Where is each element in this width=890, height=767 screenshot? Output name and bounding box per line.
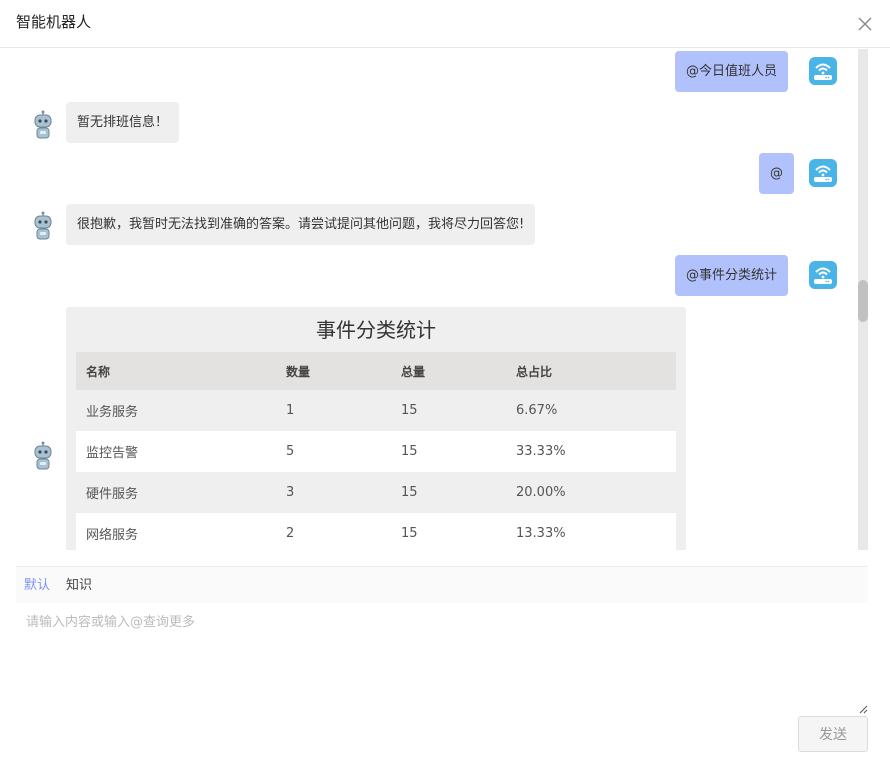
user-avatar-router-icon	[809, 57, 837, 85]
column-header: 总占比	[506, 352, 676, 390]
table-cell: 3	[276, 472, 391, 513]
dialog-title: 智能机器人	[16, 13, 92, 31]
column-header: 总量	[391, 352, 506, 390]
user-bubble: @今日值班人员	[675, 51, 789, 92]
table-row: 网络服务 2 15 13.33%	[76, 513, 676, 550]
table-cell: 20.00%	[506, 472, 676, 513]
resize-handle-icon[interactable]	[858, 704, 868, 714]
bot-bubble: 暂无排班信息！	[66, 102, 180, 143]
robot-avatar-icon	[34, 110, 52, 139]
dialog-header: 智能机器人	[0, 0, 890, 48]
tab-default[interactable]: 默认	[24, 577, 50, 595]
table-cell: 15	[391, 390, 506, 431]
chat-scrollbar-thumb[interactable]	[858, 280, 868, 322]
stats-table-title: 事件分类统计	[316, 318, 436, 342]
table-header-row: 名称 数量 总量 总占比	[76, 352, 676, 390]
column-header: 名称	[76, 352, 276, 390]
table-row: 硬件服务 3 15 20.00%	[76, 472, 676, 513]
table-cell: 网络服务	[76, 513, 276, 550]
table-row: 监控告警 5 15 33.33%	[76, 431, 676, 472]
table-cell: 33.33%	[506, 431, 676, 472]
user-bubble: @事件分类统计	[675, 255, 789, 296]
table-cell: 6.67%	[506, 390, 676, 431]
column-header: 数量	[276, 352, 391, 390]
robot-avatar-icon	[34, 211, 52, 240]
user-avatar-router-icon	[809, 159, 837, 187]
user-avatar-router-icon	[809, 261, 837, 289]
stats-table: 名称 数量 总量 总占比 业务服务 1 15 6.67% 监控告警 5 15 3…	[76, 352, 676, 550]
table-cell: 硬件服务	[76, 472, 276, 513]
user-bubble: @	[759, 153, 794, 194]
bot-bubble: 很抱歉，我暂时无法找到准确的答案。请尝试提问其他问题，我将尽力回答您!	[66, 204, 536, 245]
robot-avatar-icon	[34, 441, 52, 470]
send-button[interactable]: 发送	[798, 716, 868, 752]
table-cell: 监控告警	[76, 431, 276, 472]
table-cell: 5	[276, 431, 391, 472]
mode-tabs: 默认 知识	[16, 566, 868, 603]
close-icon[interactable]	[856, 15, 874, 33]
table-cell: 15	[391, 431, 506, 472]
table-cell: 15	[391, 513, 506, 550]
chat-history[interactable]: @今日值班人员 暂无排班信息！ @ 很抱歉，我暂时无法找到准确的答案。请尝试提问…	[0, 49, 868, 550]
stats-table-card: 事件分类统计 名称 数量 总量 总占比 业务服务 1 15 6.67% 监控告警…	[66, 307, 686, 550]
table-cell: 2	[276, 513, 391, 550]
message-input[interactable]	[16, 603, 868, 715]
table-cell: 13.33%	[506, 513, 676, 550]
table-cell: 业务服务	[76, 390, 276, 431]
tab-knowledge[interactable]: 知识	[66, 577, 92, 595]
table-cell: 15	[391, 472, 506, 513]
table-row: 业务服务 1 15 6.67%	[76, 390, 676, 431]
table-cell: 1	[276, 390, 391, 431]
